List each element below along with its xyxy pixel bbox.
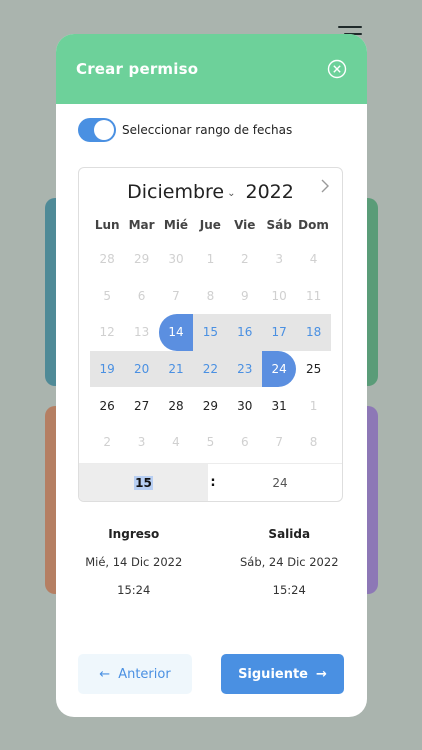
calendar-day: 29 — [133, 252, 150, 267]
calendar-day[interactable]: 31 — [262, 387, 296, 424]
calendar-day[interactable]: 14 — [159, 314, 193, 351]
salida-time: 15:24 — [272, 583, 306, 597]
calendar-day[interactable]: 22 — [193, 351, 227, 388]
time-separator: : — [210, 475, 216, 490]
calendar-day[interactable]: 15 — [193, 314, 227, 351]
calendar-day: 5 — [103, 288, 112, 303]
calendar-week: 28 29 30 1 2 3 4 — [90, 241, 331, 278]
calendar-day[interactable]: 29 — [193, 387, 227, 424]
date-summary: Ingreso Mié, 14 Dic 2022 15:24 Salida Sá… — [56, 527, 367, 611]
calendar-day: 2 — [103, 435, 112, 450]
ingreso-label: Ingreso — [108, 527, 160, 541]
hour-value: 15 — [134, 475, 153, 490]
calendar-day: 2 — [240, 252, 249, 267]
ingreso-date: Mié, 14 Dic 2022 — [85, 555, 183, 569]
calendar-day[interactable]: 20 — [124, 351, 158, 388]
calendar-day[interactable]: 19 — [90, 351, 124, 388]
calendar-day: 11 — [305, 288, 322, 303]
calendar-week: 26 27 28 29 30 31 1 — [90, 387, 331, 424]
calendar-day[interactable]: 17 — [262, 314, 296, 351]
calendar-week: 19 20 21 22 23 24 25 — [90, 350, 331, 388]
create-permission-modal: Crear permiso Seleccionar rango de fecha… — [56, 34, 367, 717]
calendar-day: 13 — [133, 325, 150, 340]
close-icon[interactable] — [327, 59, 347, 79]
calendar-week: 12 13 14 15 16 17 18 — [90, 314, 331, 351]
weekday-label: Lun — [94, 218, 120, 232]
calendar-week: 5 6 7 8 9 10 11 — [90, 278, 331, 315]
calendar-day: 3 — [137, 435, 146, 450]
calendar-year[interactable]: 2022 — [246, 181, 294, 203]
ingreso-summary: Ingreso Mié, 14 Dic 2022 15:24 — [56, 527, 212, 611]
salida-label: Salida — [268, 527, 311, 541]
calendar-day: 5 — [206, 435, 215, 450]
modal-header: Crear permiso — [56, 34, 367, 104]
calendar-day: 7 — [172, 288, 180, 303]
calendar-day[interactable]: 27 — [124, 387, 158, 424]
calendar-day: 6 — [240, 435, 249, 450]
arrow-left-icon: ← — [99, 666, 111, 682]
calendar-day: 4 — [309, 252, 318, 267]
next-button[interactable]: Siguiente → — [221, 654, 344, 694]
calendar-day[interactable]: 26 — [90, 387, 124, 424]
calendar-header: Diciembre ⌄ 2022 — [79, 181, 342, 203]
ingreso-time: 15:24 — [117, 583, 151, 597]
calendar-day: 30 — [168, 252, 184, 267]
calendar-day: 12 — [99, 325, 115, 340]
calendar-day[interactable]: 30 — [228, 387, 262, 424]
calendar-grid: 28 29 30 1 2 3 4 5 6 7 8 9 10 11 12 13 14 15 16 17 18 19 20 21 2… — [90, 241, 331, 461]
calendar-day: 1 — [206, 252, 215, 267]
modal-title: Crear permiso — [76, 60, 199, 78]
calendar-day: 10 — [271, 288, 287, 303]
calendar-day: 8 — [309, 435, 318, 450]
calendar: Diciembre ⌄ 2022 Lun Mar Mié Jue Vie Sáb Dom 28 2… — [78, 167, 343, 502]
calendar-day: 1 — [309, 398, 318, 413]
calendar-day[interactable]: 24 — [262, 351, 296, 388]
calendar-day: 6 — [137, 288, 146, 303]
salida-date: Sáb, 24 Dic 2022 — [239, 555, 339, 569]
calendar-month[interactable]: Diciembre — [127, 181, 224, 203]
salida-summary: Salida Sáb, 24 Dic 2022 15:24 — [212, 527, 368, 611]
calendar-day: 3 — [275, 252, 284, 267]
date-range-toggle-label: Seleccionar rango de fechas — [122, 123, 293, 137]
weekday-label: Vie — [234, 218, 256, 232]
time-picker: 15 : 24 — [79, 463, 342, 501]
chevron-right-icon[interactable] — [319, 178, 331, 198]
weekday-label: Dom — [298, 218, 329, 232]
calendar-day[interactable]: 21 — [159, 351, 193, 388]
minute-picker[interactable]: 24 — [218, 464, 342, 501]
previous-button-label: Anterior — [118, 666, 171, 682]
calendar-day: 4 — [172, 435, 180, 450]
calendar-day[interactable]: 23 — [228, 351, 262, 388]
calendar-day: 28 — [99, 252, 115, 267]
calendar-week: 2 3 4 5 6 7 8 — [90, 424, 331, 461]
weekday-label: Mar — [128, 218, 155, 232]
calendar-day[interactable]: 18 — [296, 314, 330, 351]
weekday-label: Mié — [163, 218, 189, 232]
weekday-header: Lun Mar Mié Jue Vie Sáb Dom — [90, 218, 331, 232]
calendar-day[interactable]: 25 — [296, 351, 330, 388]
weekday-label: Sáb — [266, 218, 292, 232]
calendar-day[interactable]: 16 — [228, 314, 262, 351]
calendar-day: 8 — [206, 288, 215, 303]
calendar-day: 9 — [240, 288, 249, 303]
date-range-toggle-row: Seleccionar rango de fechas — [78, 118, 292, 142]
calendar-day[interactable]: 28 — [159, 387, 193, 424]
date-range-toggle[interactable] — [78, 118, 116, 142]
next-button-label: Siguiente — [238, 666, 309, 682]
hour-picker[interactable]: 15 — [79, 464, 208, 501]
chevron-down-icon[interactable]: ⌄ — [227, 188, 235, 199]
arrow-right-icon: → — [316, 666, 327, 682]
previous-button[interactable]: ← Anterior — [78, 654, 192, 694]
calendar-day: 7 — [275, 435, 284, 450]
weekday-label: Jue — [199, 218, 221, 232]
